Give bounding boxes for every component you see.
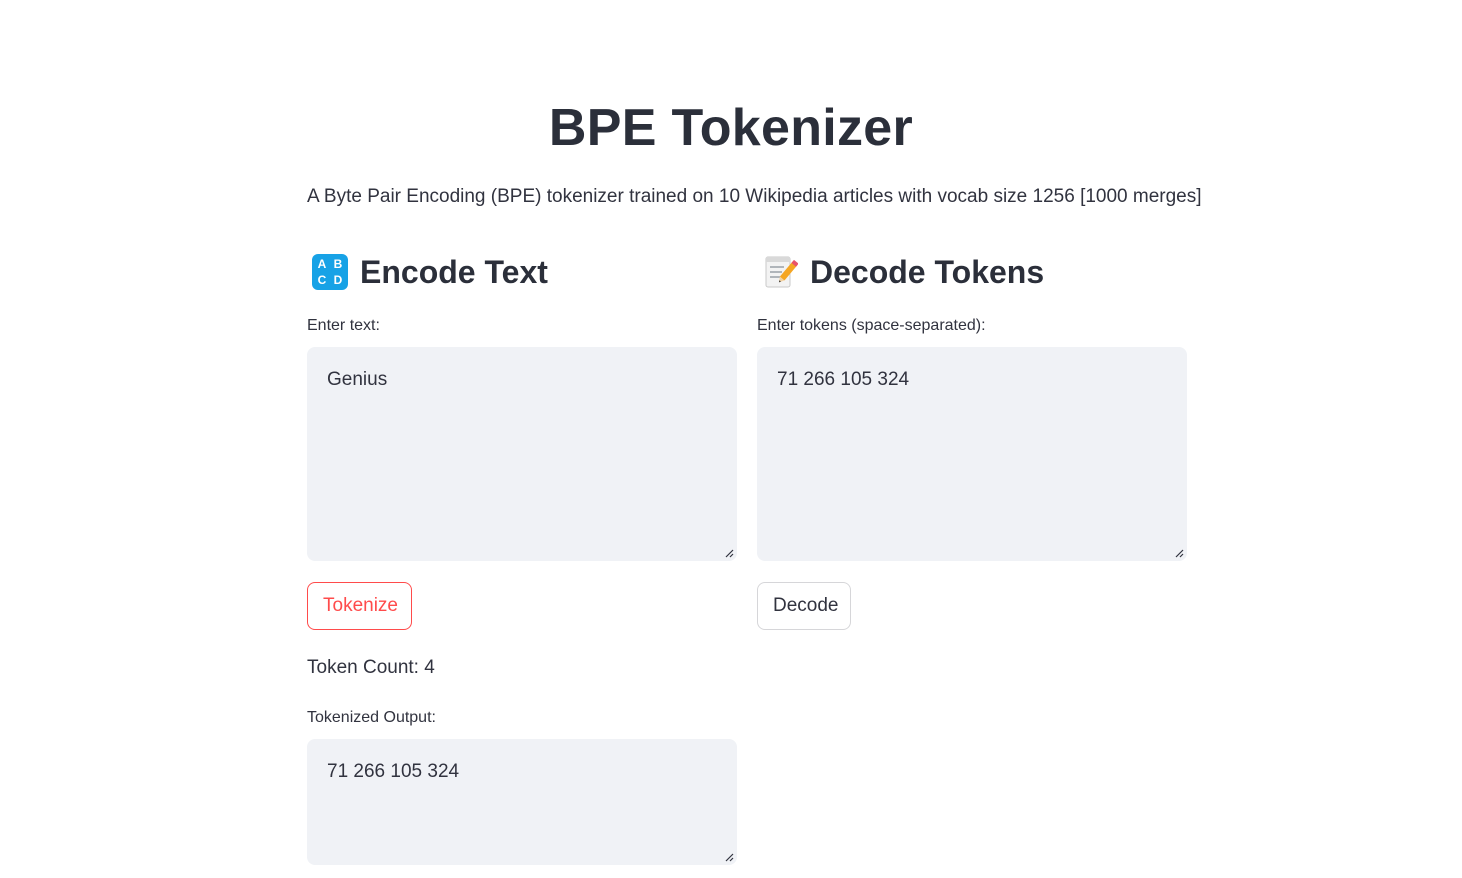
resize-handle-icon[interactable] <box>724 852 734 862</box>
decode-tokens-input[interactable]: 71 266 105 324 <box>757 347 1187 561</box>
resize-handle-icon[interactable] <box>724 548 734 558</box>
decode-column: Decode Tokens Enter tokens (space-separa… <box>757 250 1187 630</box>
page-description: A Byte Pair Encoding (BPE) tokenizer tra… <box>307 186 1202 207</box>
decode-button[interactable]: Decode <box>757 582 851 630</box>
decode-heading: Decode Tokens <box>810 253 1045 290</box>
encode-text-input[interactable]: Genius <box>307 347 737 561</box>
app-page: BPE Tokenizer A Byte Pair Encoding (BPE)… <box>0 0 1462 878</box>
abcd-icon-letter-d: D <box>333 273 343 287</box>
decode-tokens-value: 71 266 105 324 <box>777 369 910 390</box>
tokenized-output-label: Tokenized Output: <box>307 709 436 726</box>
decode-input-label: Enter tokens (space-separated): <box>757 317 986 334</box>
abcd-icon: A B C D <box>312 254 348 290</box>
token-count: Token Count: 4 <box>307 657 435 678</box>
abcd-icon-letter-b: B <box>333 257 343 271</box>
tokenized-output-field[interactable]: 71 266 105 324 <box>307 739 737 865</box>
page-title: BPE Tokenizer <box>548 99 914 157</box>
memo-icon <box>765 256 798 288</box>
tokenized-output-value: 71 266 105 324 <box>327 761 460 782</box>
encode-text-value: Genius <box>327 369 388 390</box>
encode-heading: Encode Text <box>360 253 548 290</box>
encode-header: A B C D Encode Text <box>312 250 737 294</box>
resize-handle-icon[interactable] <box>1174 548 1184 558</box>
abcd-icon-letter-c: C <box>317 273 327 287</box>
tokenize-button[interactable]: Tokenize <box>307 582 412 630</box>
encode-column: A B C D Encode Text Enter text: Genius T… <box>307 250 737 865</box>
encode-input-label: Enter text: <box>307 317 380 334</box>
abcd-icon-letter-a: A <box>317 257 327 271</box>
decode-header: Decode Tokens <box>762 250 1187 294</box>
